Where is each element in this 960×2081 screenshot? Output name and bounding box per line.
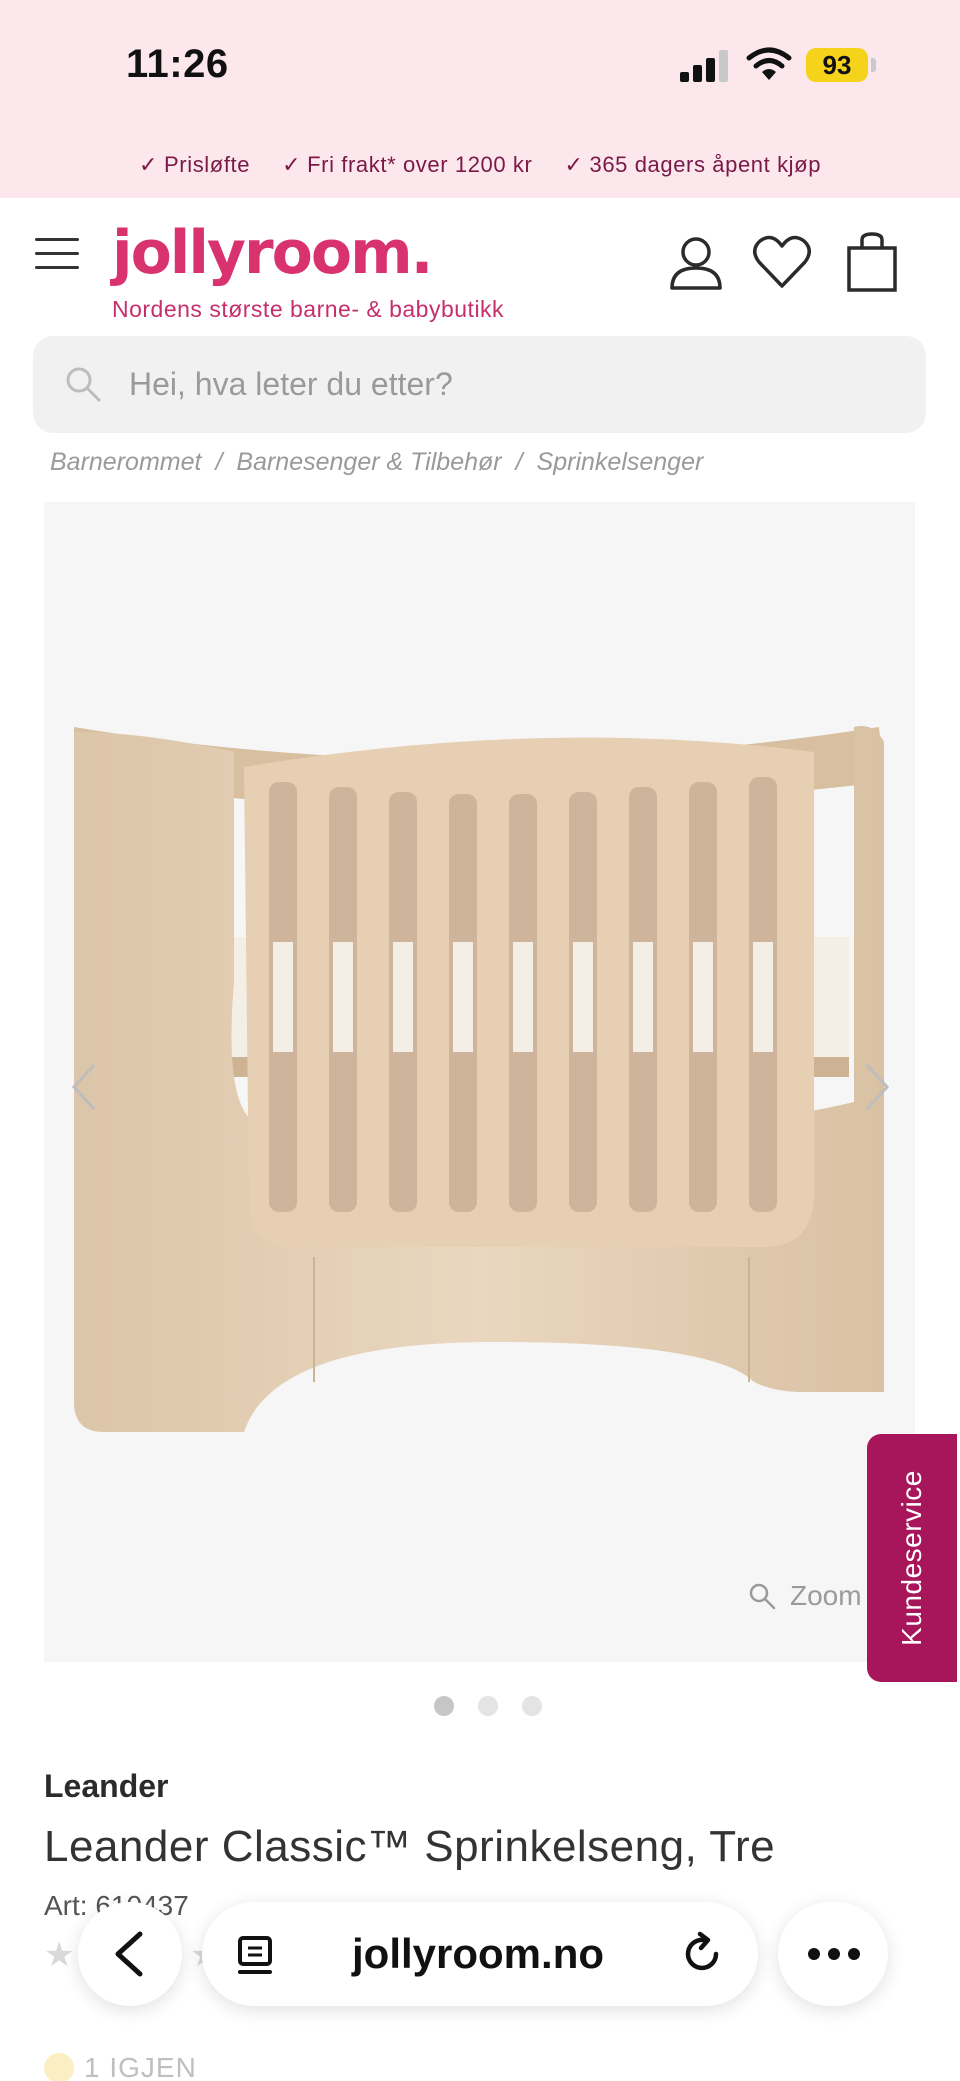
usp-bar: ✓ Prisløfte ✓ Fri frakt* over 1200 kr ✓ … — [0, 132, 960, 198]
more-options-button[interactable] — [778, 1902, 888, 2006]
carousel-next-arrow[interactable] — [857, 1057, 897, 1117]
product-image[interactable]: Zoom — [44, 502, 915, 1662]
battery-tip — [871, 58, 876, 72]
browser-toolbar: jollyroom.no — [0, 1884, 960, 2032]
breadcrumb-item[interactable]: Barnerommet — [50, 448, 201, 484]
browser-back-button[interactable] — [78, 1902, 182, 2006]
search-input[interactable]: Hei, hva leter du etter? — [33, 336, 926, 433]
carousel-dot[interactable] — [522, 1696, 542, 1716]
zoom-icon — [749, 1583, 776, 1610]
usp-item: ✓ Fri frakt* over 1200 kr — [282, 152, 532, 178]
customer-service-tab[interactable]: Kundeservice — [867, 1434, 957, 1682]
address-bar[interactable]: jollyroom.no — [202, 1902, 758, 2006]
menu-icon[interactable] — [35, 238, 79, 270]
heart-icon[interactable] — [752, 232, 812, 292]
carousel-dots — [434, 1696, 542, 1716]
site-header: jollyroom. Nordens største barne- & baby… — [0, 198, 960, 330]
ellipsis-icon — [808, 1948, 860, 1960]
carousel-dot[interactable] — [478, 1696, 498, 1716]
status-time: 11:26 — [126, 42, 229, 86]
check-icon: ✓ — [282, 152, 302, 177]
back-arrow-icon — [115, 1931, 143, 1977]
site-tagline: Nordens største barne- & babybutikk — [112, 296, 505, 322]
cellular-signal-icon — [680, 50, 728, 82]
battery-level: 93 — [806, 48, 868, 82]
breadcrumb-separator: / — [215, 448, 223, 476]
zoom-button[interactable]: Zoom — [748, 1580, 862, 1612]
product-title: Leander Classic™ Sprinkelseng, Tre — [44, 1822, 776, 1871]
stock-label: 1 IGJEN — [84, 2052, 197, 2081]
usp-label: 365 dagers åpent kjøp — [589, 152, 822, 177]
shopping-bag-icon[interactable] — [842, 232, 902, 292]
zoom-label: Zoom — [790, 1580, 862, 1611]
search-icon — [66, 367, 101, 402]
search-placeholder: Hei, hva leter du etter? — [129, 366, 453, 402]
product-brand[interactable]: Leander — [44, 1768, 168, 1805]
breadcrumb-separator: / — [515, 448, 523, 476]
breadcrumb: Barnerommet / Barnesenger & Tilbehør / Spr… — [50, 448, 703, 484]
breadcrumb-item[interactable]: Sprinkelsenger — [537, 448, 704, 484]
wifi-icon — [746, 47, 792, 80]
carousel-dot[interactable] — [434, 1696, 454, 1716]
check-icon: ✓ — [564, 152, 584, 177]
stock-indicator-icon — [44, 2053, 74, 2081]
stock-status: 1 IGJEN — [44, 2052, 197, 2081]
reload-icon[interactable] — [678, 1930, 726, 1978]
usp-label: Fri frakt* over 1200 kr — [307, 152, 533, 177]
breadcrumb-item[interactable]: Barnesenger & Tilbehør — [236, 448, 501, 484]
usp-item: ✓ 365 dagers åpent kjøp — [564, 152, 821, 178]
tabs-icon — [238, 1936, 272, 1974]
usp-item: ✓ Prisløfte — [139, 152, 250, 178]
customer-service-label: Kundeservice — [896, 1470, 927, 1646]
account-icon[interactable] — [666, 232, 726, 292]
check-icon: ✓ — [138, 152, 158, 177]
crib-illustration — [74, 726, 884, 1432]
site-logo[interactable]: jollyroom. — [112, 218, 433, 288]
status-bar: 11:26 93 — [0, 0, 960, 132]
usp-label: Prisløfte — [164, 152, 251, 177]
carousel-prev-arrow[interactable] — [64, 1057, 104, 1117]
url-text: jollyroom.no — [352, 1930, 604, 1977]
